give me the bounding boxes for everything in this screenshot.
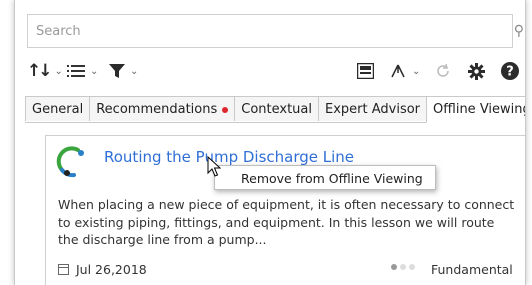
save-icon xyxy=(357,63,374,79)
level-dot xyxy=(400,264,406,270)
tab-bar: General Recommendations Contextual Exper… xyxy=(25,96,525,123)
tab-expert-advisor[interactable]: Expert Advisor xyxy=(318,96,428,121)
save-button[interactable] xyxy=(357,58,374,84)
tab-label: Expert Advisor xyxy=(325,102,421,117)
sort-icon: ↑↓ xyxy=(27,61,52,81)
sort-button[interactable]: ↑↓ ⌄ xyxy=(27,58,63,84)
chevron-down-icon: ⌄ xyxy=(90,65,99,77)
remove-offline-menu-item[interactable]: Remove from Offline Viewing xyxy=(241,171,423,186)
tab-recommendations[interactable]: Recommendations xyxy=(89,96,236,121)
toolbar: ↑↓ ⌄ ⌄ ⌄ ⌄ ? xyxy=(27,58,525,84)
svg-text:?: ? xyxy=(506,65,514,80)
tab-label: General xyxy=(32,102,84,117)
lesson-level: Fundamental xyxy=(431,262,513,277)
refresh-button[interactable] xyxy=(435,58,451,84)
list-view-button[interactable]: ⌄ xyxy=(67,58,98,84)
tab-general[interactable]: General xyxy=(25,96,91,121)
lesson-date: Jul 26,2018 xyxy=(58,262,147,277)
refresh-icon xyxy=(437,63,449,77)
tab-offline-viewing[interactable]: Offline Viewing xyxy=(426,96,526,123)
chevron-down-icon: ⌄ xyxy=(54,65,63,77)
settings-button[interactable] xyxy=(468,58,485,84)
tab-contextual[interactable]: Contextual xyxy=(234,96,319,121)
help-button[interactable]: ? xyxy=(501,58,519,84)
tree-icon xyxy=(391,64,405,78)
level-dot xyxy=(409,264,415,270)
lesson-logo-icon xyxy=(56,146,84,178)
notification-badge xyxy=(222,106,229,113)
context-menu: Remove from Offline Viewing xyxy=(214,165,436,190)
filter-icon xyxy=(109,64,125,78)
help-icon: ? xyxy=(501,62,519,80)
tab-label: Recommendations xyxy=(96,102,218,117)
tab-label: Offline Viewing xyxy=(433,102,526,117)
chevron-down-icon: ⌄ xyxy=(412,65,421,77)
gear-icon xyxy=(468,62,485,80)
level-indicator xyxy=(391,264,415,270)
lesson-title-link[interactable]: Routing the Pump Discharge Line xyxy=(104,148,354,166)
tab-label: Contextual xyxy=(241,102,312,117)
lesson-card[interactable]: Routing the Pump Discharge Line When pla… xyxy=(45,135,525,285)
level-dot xyxy=(391,264,397,270)
mouse-cursor-icon xyxy=(207,156,221,177)
lesson-description: When placing a new piece of equipment, i… xyxy=(58,197,515,247)
calendar-icon xyxy=(58,264,69,275)
list-icon xyxy=(67,65,85,77)
side-panel: ⚲ ↑↓⌄ ⌄ ⌄ ⌄ ? General Recommendations Co… xyxy=(14,0,526,285)
search-box[interactable]: ⚲ xyxy=(27,14,525,48)
filter-button[interactable]: ⌄ xyxy=(109,58,138,84)
search-icon[interactable]: ⚲ xyxy=(514,23,524,39)
tree-button[interactable]: ⌄ xyxy=(389,58,420,84)
search-input[interactable] xyxy=(28,15,525,47)
chevron-down-icon: ⌄ xyxy=(130,65,139,77)
date-text: Jul 26,2018 xyxy=(76,262,147,277)
